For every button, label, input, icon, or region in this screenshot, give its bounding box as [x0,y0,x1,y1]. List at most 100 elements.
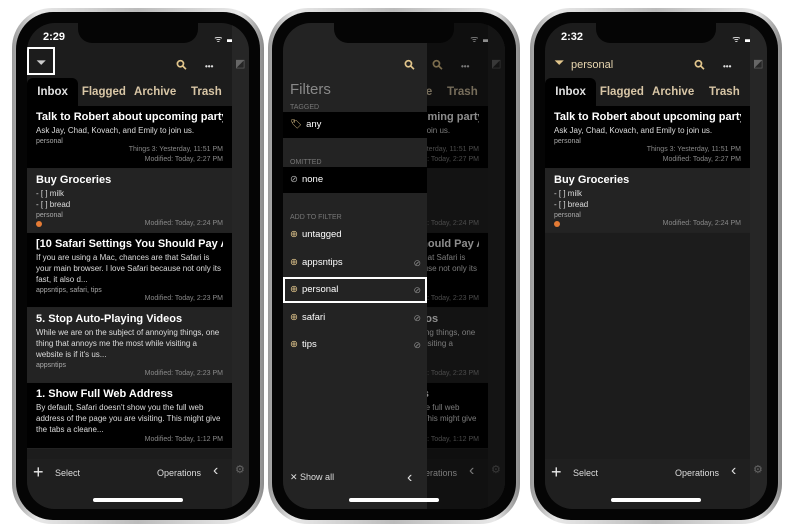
omit-icon[interactable]: ⊘ [413,332,421,358]
chevron-left-icon[interactable]: ‹ [731,462,736,480]
note-body: - [ ] milk - [ ] bread [554,189,589,209]
notch [78,23,198,43]
note-item[interactable]: 1. Show Full Web Address By default, Safa… [27,383,232,449]
phone-1: 2:29 ᯤ ▬ ◩ ⚙ ⏷ ⚲ ••• Inbox Flagged Archive Trash Ta… [12,8,264,524]
note-title: Buy Groceries [554,174,630,186]
omitted-value: none [301,174,324,185]
omit-icon[interactable]: ⊘ [413,277,421,303]
note-tags: personal [36,138,63,145]
phone-screen: 2:32 ᯤ ▬ ◩ ⚙ ⏷ personal ⚲ ••• Inbox Flagged Archiv… [545,23,767,509]
notch [334,23,454,43]
tab-trash[interactable]: Trash [181,78,232,106]
note-body: By default, Safari doesn't show you the … [36,403,221,434]
search-icon[interactable]: ⚲ [173,56,191,74]
operations-button[interactable]: Operations [157,468,201,478]
note-date: Modified: Today, 1:12 PM [144,436,223,443]
search-icon[interactable]: ⚲ [691,56,709,74]
omit-icon: ⊘ [290,174,298,185]
note-title: Talk to Robert about upcoming party... [36,111,223,123]
filter-item-label: untagged [301,229,342,240]
search-icon[interactable]: ⚲ [401,56,419,74]
side-rail: ◩ ⚙ [750,23,767,509]
note-body: - [ ] milk - [ ] bread [36,189,71,209]
gear-icon[interactable]: ⚙ [753,463,763,476]
sidebar-icon[interactable]: ◩ [235,57,245,70]
tagged-value: any [306,119,322,130]
section-label: OMITTED [290,159,322,166]
add-filter-icon[interactable]: ⊕ [290,284,298,295]
filter-item-label: safari [301,311,326,323]
plus-icon[interactable]: + [551,462,562,483]
show-all-button[interactable]: ✕ Show all [290,472,334,483]
chevron-left-icon[interactable]: ‹ [213,462,218,480]
tab-archive[interactable]: Archive [648,78,699,106]
home-indicator [349,498,439,502]
tab-bar: InboxFlaggedArchiveTrash [27,78,232,106]
chevron-left-icon[interactable]: ‹ [407,469,412,487]
filter-item-label: personal [301,284,339,295]
omitted-none[interactable]: ⊘ none [283,167,427,193]
operations-button[interactable]: Operations [675,468,719,478]
select-button[interactable]: Select [573,468,598,478]
tab-inbox[interactable]: Inbox [545,78,597,106]
tag-dot [554,221,560,227]
add-filter-icon[interactable]: ⊕ [290,312,298,323]
note-item[interactable]: Talk to Robert about upcoming party... As… [545,106,750,169]
more-icon[interactable]: ••• [723,62,731,71]
drawer-title: Filters [290,81,331,98]
filter-item-tips[interactable]: ⊕ tips ⊘ [283,332,427,358]
tab-flagged[interactable]: Flagged [596,78,647,106]
omit-icon[interactable]: ⊘ [413,250,421,276]
filter-item-untagged[interactable]: ⊕ untagged [283,222,427,248]
note-tags: appsntips, safari, tips [36,287,102,294]
tab-inbox[interactable]: Inbox [27,78,79,106]
phone-3: 2:32 ᯤ ▬ ◩ ⚙ ⏷ personal ⚲ ••• Inbox Flagged Archiv… [530,8,782,524]
note-item[interactable]: 5. Stop Auto-Playing Videos While we are … [27,308,232,383]
note-date: Things 3: Yesterday, 11:51 PM [646,146,741,153]
note-title: Talk to Robert about upcoming party... [554,111,741,123]
filters-drawer: ⚲ Filters TAGGED 🏷 any OMITTED ⊘ none ADD TO FIL… [283,23,427,509]
select-button[interactable]: Select [55,468,80,478]
note-item[interactable]: Talk to Robert about upcoming party... As… [27,106,232,169]
add-filter-icon[interactable]: ⊕ [290,229,298,240]
phone-bezel: 2:29 ᯤ ▬ ◩ ⚙ ⏷ ⚲ ••• Inbox Flagged Archive Trash Ta… [16,12,260,520]
note-item[interactable]: [10 Safari Settings You Should Pay At...… [27,233,232,308]
show-all-label: Show all [300,472,335,482]
note-body: While we are on the subject of annoying … [36,328,220,359]
note-list: Talk to Robert about upcoming party... As… [27,106,232,449]
add-filter-icon[interactable]: ⊕ [290,339,298,350]
filter-item-label: appsntips [301,256,343,268]
gear-icon[interactable]: ⚙ [235,463,245,476]
home-indicator [93,498,183,502]
note-date: Modified: Today, 2:23 PM [144,370,223,377]
filter-button-highlight[interactable] [27,47,55,75]
omit-icon[interactable]: ⊘ [413,305,421,331]
note-date: Modified: Today, 2:23 PM [144,295,223,302]
tagged-any[interactable]: 🏷 any [283,112,427,138]
tab-trash[interactable]: Trash [699,78,750,106]
sidebar-icon[interactable]: ◩ [753,57,763,70]
tab-archive[interactable]: Archive [130,78,181,106]
filter-label: personal [571,59,614,71]
plus-icon[interactable]: + [33,462,44,483]
filter-item-appsntips[interactable]: ⊕ appsntips ⊘ [283,250,427,276]
filter-icon[interactable]: ⏷ [555,57,564,70]
main-pane: ⏷ personal ⚲ ••• Inbox Flagged Archive Trash Tal… [545,23,750,509]
note-body: Ask Jay, Chad, Kovach, and Emily to join… [36,126,195,135]
note-tags: personal [554,138,581,145]
filter-item-label: tips [301,339,317,350]
note-date: Modified: Today, 2:27 PM [144,156,223,163]
note-title: Buy Groceries [36,174,112,186]
phone-2: 2:30ᯤ ▬◩⚙⏷⚲•••InboxFlaggedArchiveTrashTa… [268,8,520,524]
note-body: If you are using a Mac, chances are that… [36,253,221,284]
add-filter-icon[interactable]: ⊕ [290,257,298,268]
note-title: [10 Safari Settings You Should Pay At... [36,238,223,250]
more-icon[interactable]: ••• [205,62,213,71]
tag-icon: 🏷 [290,119,303,130]
filter-item-safari[interactable]: ⊕ safari ⊘ [283,305,427,331]
note-item[interactable]: Buy Groceries - [ ] milk - [ ] bread perso… [27,169,232,233]
note-item[interactable]: Buy Groceries - [ ] milk - [ ] bread perso… [545,169,750,233]
tab-flagged[interactable]: Flagged [78,78,129,106]
note-tags: personal [554,212,581,219]
filter-item-personal[interactable]: ⊕ personal ⊘ [283,277,427,303]
